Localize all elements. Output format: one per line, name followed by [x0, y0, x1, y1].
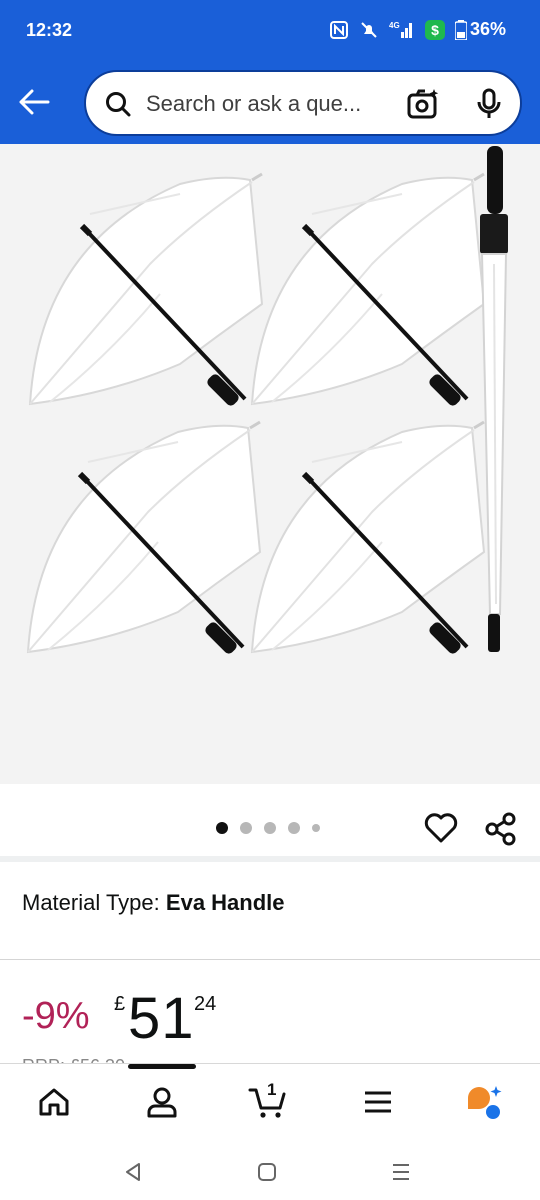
- carousel-dot[interactable]: [216, 822, 228, 834]
- battery-indicator: 36%: [454, 19, 506, 40]
- price-whole: 51: [128, 986, 195, 1051]
- carousel-dot[interactable]: [312, 824, 320, 832]
- battery-icon: [454, 19, 467, 40]
- system-navigation-bar: [0, 1143, 540, 1200]
- home-square-icon[interactable]: [252, 1157, 282, 1187]
- search-input[interactable]: [146, 89, 386, 119]
- wishlist-heart-icon[interactable]: [424, 812, 458, 849]
- recents-icon[interactable]: [386, 1157, 416, 1187]
- status-bar: 12:32 4G $ 36%: [0, 0, 540, 62]
- rufus-icon[interactable]: [464, 1082, 504, 1122]
- signal-icon: 4G: [389, 20, 415, 40]
- camera-search-icon[interactable]: [406, 87, 440, 126]
- product-page: 12:32 4G $ 36% Search or ask a que... Ma…: [0, 0, 540, 1200]
- image-carousel-controls: [0, 784, 540, 862]
- material-value: Eva Handle: [165, 890, 285, 915]
- cash-app-icon: $: [424, 19, 445, 40]
- material-type-section: Material Type: Eva Handle: [0, 868, 540, 960]
- microphone-icon[interactable]: [474, 87, 504, 126]
- account-icon[interactable]: [142, 1082, 182, 1122]
- mute-icon: [359, 20, 379, 40]
- status-icons: 4G $ 36%: [329, 19, 506, 40]
- battery-percent: 36%: [469, 19, 506, 39]
- carousel-dot[interactable]: [288, 822, 300, 834]
- home-icon[interactable]: [34, 1082, 74, 1122]
- app-header: [0, 62, 540, 144]
- nfc-icon: [329, 20, 349, 40]
- carousel-dot[interactable]: [264, 822, 276, 834]
- discount-percent: -9%: [22, 995, 90, 1037]
- product-image[interactable]: [0, 144, 540, 784]
- price-section: -9% £ 51 24 RRP: £56.30: [0, 961, 540, 1076]
- share-icon[interactable]: [484, 812, 518, 851]
- carousel-dot[interactable]: [240, 822, 252, 834]
- back-arrow-icon: [19, 89, 50, 115]
- search-bar[interactable]: [84, 70, 522, 136]
- back-button[interactable]: [14, 82, 54, 122]
- active-tab-indicator: [128, 1064, 196, 1069]
- menu-icon[interactable]: [358, 1082, 398, 1122]
- search-icon: [104, 90, 132, 123]
- price-currency: £: [114, 993, 126, 1015]
- back-triangle-icon[interactable]: [118, 1157, 148, 1187]
- cart-icon[interactable]: 1: [248, 1080, 288, 1122]
- price-fraction: 24: [194, 993, 217, 1015]
- bottom-navigation: 1: [0, 1063, 540, 1143]
- cart-count: 1: [267, 1080, 277, 1099]
- material-type-row: Material Type: Eva Handle: [22, 890, 285, 916]
- material-label: Material Type:: [22, 890, 160, 915]
- svg-text:4G: 4G: [389, 21, 400, 30]
- status-time: 12:32: [26, 20, 73, 40]
- carousel-dots[interactable]: [216, 822, 320, 834]
